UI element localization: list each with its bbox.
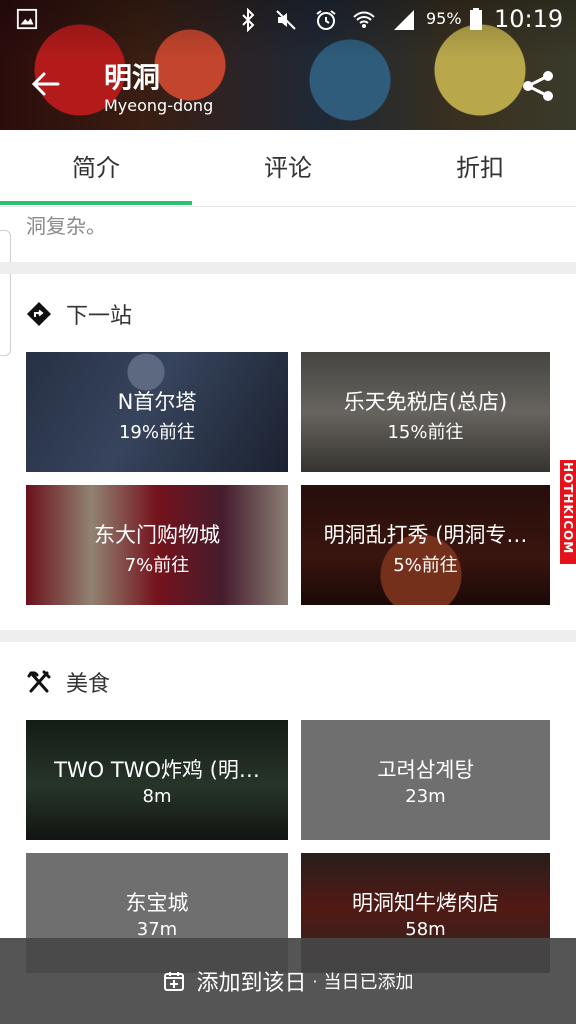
- food-title: 美食: [66, 672, 111, 697]
- next-stop-title: 下一站: [66, 304, 133, 329]
- food-header: 美食: [26, 666, 110, 698]
- card-name: 明洞知牛烤肉店: [352, 891, 499, 915]
- next-stop-card[interactable]: N首尔塔 19%前往: [26, 352, 288, 472]
- card-distance: 23m: [405, 786, 446, 807]
- card-distance: 37m: [136, 919, 178, 940]
- calendar-add-icon: [164, 972, 185, 991]
- gallery-icon: [16, 8, 38, 30]
- header: 95% 10:19 明洞 Myeong-dong: [0, 0, 576, 130]
- signal-icon: [394, 10, 414, 30]
- clock: 10:19: [494, 5, 564, 33]
- tab-intro[interactable]: 简介: [0, 130, 192, 206]
- card-name: 东宝城: [125, 891, 189, 915]
- page-title: 明洞: [104, 61, 161, 94]
- tab-bar: 简介 评论 折扣: [0, 130, 576, 207]
- page-subtitle: Myeong-dong: [104, 96, 214, 115]
- intro-text: 洞复杂。: [26, 214, 106, 238]
- next-stop-card[interactable]: 乐天免税店(总店) 15%前往: [301, 352, 550, 472]
- status-bar: 95% 10:19: [0, 0, 576, 40]
- mute-icon: [276, 10, 296, 30]
- active-tab-indicator: [0, 201, 192, 205]
- card-percent: 19%前往: [118, 422, 195, 443]
- battery-percent: 95%: [426, 9, 462, 28]
- food-card[interactable]: TWO TWO炸鸡 (明… 8m: [26, 720, 288, 840]
- bottom-action-bar[interactable]: 添加到该日 · 当日已添加: [0, 938, 576, 1024]
- food-card[interactable]: 고려삼계탕 23m: [301, 720, 550, 840]
- added-status: 当日已添加: [323, 972, 414, 993]
- add-to-day-button[interactable]: 添加到该日 · 当日已添加: [0, 938, 576, 1024]
- card-name: 明洞乱打秀 (明洞专…: [323, 523, 528, 547]
- card-distance: 58m: [405, 919, 446, 940]
- fork-knife-icon: [27, 670, 51, 693]
- bluetooth-icon: [242, 8, 255, 32]
- card-percent: 15%前往: [387, 422, 464, 443]
- next-stop-header: 下一站: [26, 298, 132, 330]
- wifi-icon: [353, 11, 375, 28]
- side-watermark-badge: HOTHKICOM: [560, 460, 576, 564]
- add-to-day-label: 添加到该日: [196, 971, 307, 996]
- alarm-icon: [316, 10, 336, 30]
- card-name: N首尔塔: [117, 390, 197, 414]
- side-drawer-handle[interactable]: [0, 230, 11, 356]
- card-name: TWO TWO炸鸡 (明…: [54, 758, 260, 782]
- card-name: 东大门购物城: [94, 523, 220, 547]
- next-stop-card[interactable]: 东大门购物城 7%前往: [26, 485, 288, 605]
- tab-reviews[interactable]: 评论: [192, 130, 384, 206]
- card-percent: 7%前往: [124, 555, 190, 576]
- card-percent: 5%前往: [393, 555, 458, 576]
- battery-icon: [470, 8, 482, 30]
- side-badge-text: HOTHKICOM: [561, 462, 575, 555]
- card-distance: 8m: [142, 786, 172, 807]
- direction-icon: [26, 301, 52, 327]
- section-divider: [0, 262, 576, 274]
- back-arrow-icon[interactable]: [28, 66, 64, 102]
- card-name: 乐天免税店(总店): [343, 390, 508, 414]
- section-divider: [0, 630, 576, 642]
- bottom-separator: ·: [312, 971, 318, 991]
- next-stop-card[interactable]: 明洞乱打秀 (明洞专… 5%前往: [301, 485, 550, 605]
- card-name: 고려삼계탕: [377, 758, 474, 782]
- share-icon[interactable]: [520, 68, 556, 104]
- tab-discounts[interactable]: 折扣: [384, 130, 576, 206]
